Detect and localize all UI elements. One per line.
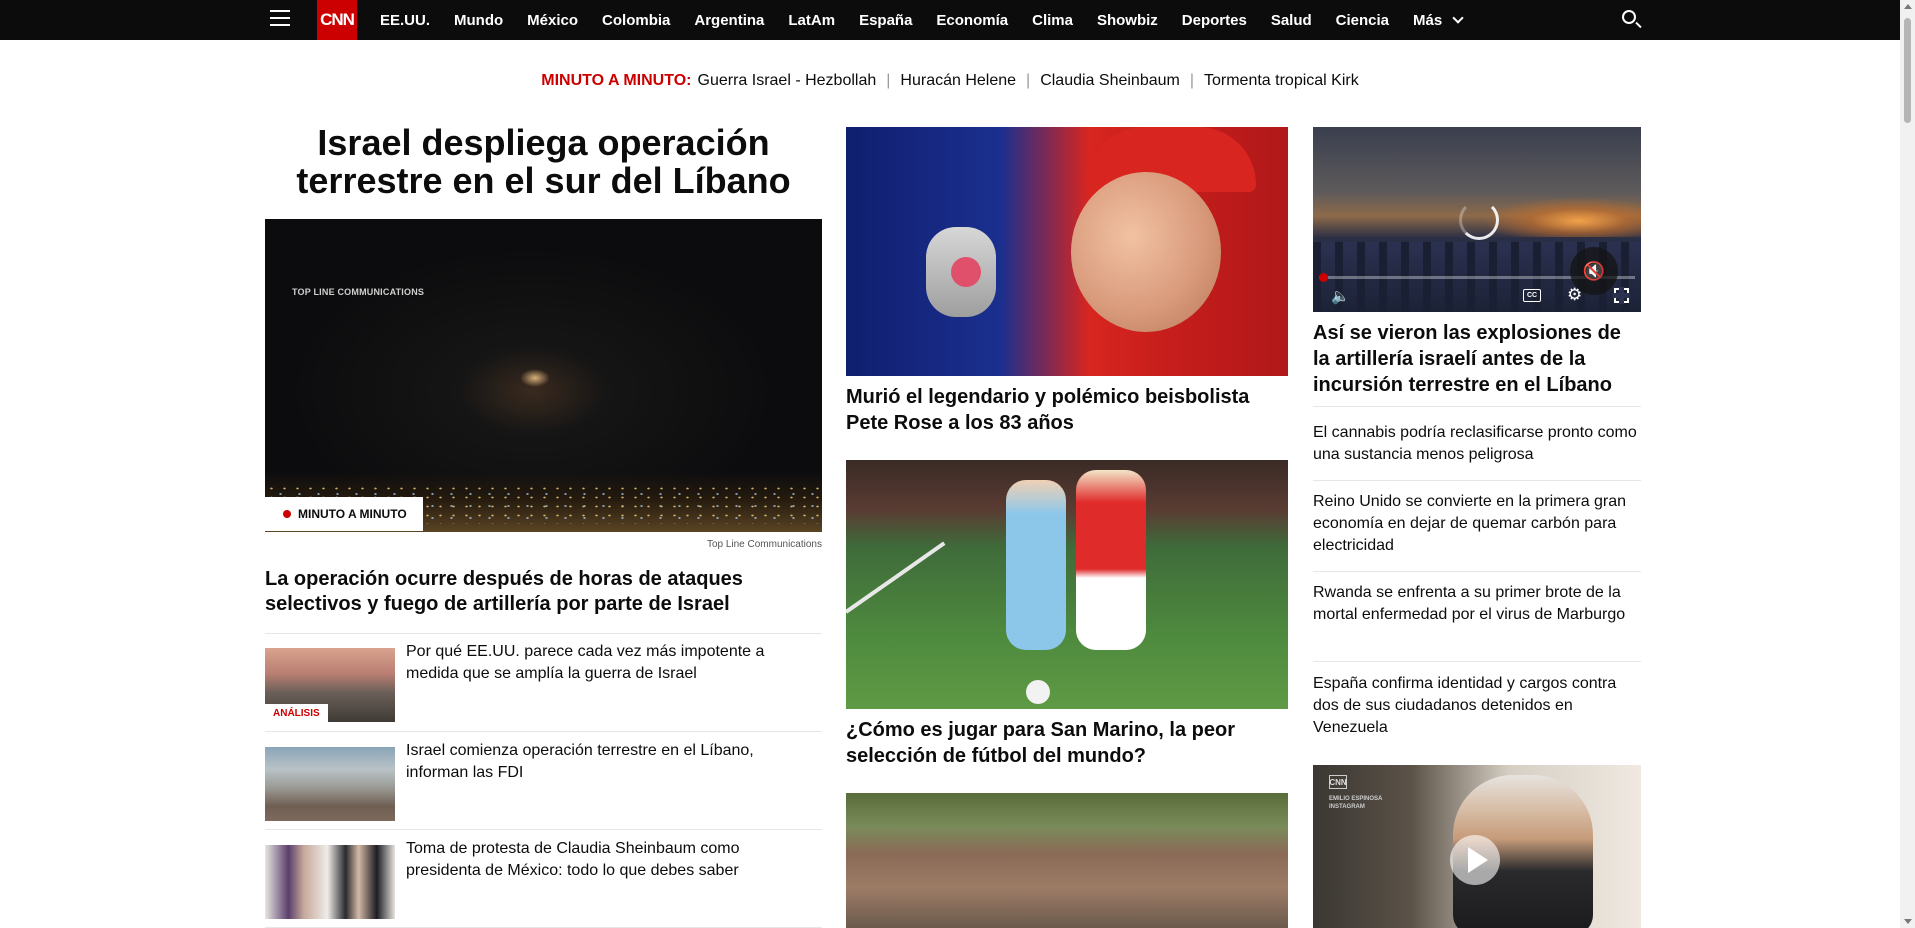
divider	[1313, 571, 1641, 572]
related-story-2[interactable]: Israel comienza operación terrestre en e…	[265, 740, 822, 821]
divider	[265, 731, 822, 732]
fullscreen-icon[interactable]	[1613, 287, 1630, 304]
divider	[265, 633, 822, 634]
ticker-item-israel-hezbollah[interactable]: Guerra Israel - Hezbollah	[698, 72, 877, 90]
right-story-reino-unido[interactable]: Reino Unido se convierte en la primera g…	[1313, 491, 1641, 557]
video-player[interactable]: 🔇 🔈 CC ⚙	[1313, 127, 1641, 312]
ticker-item-kirk[interactable]: Tormenta tropical Kirk	[1204, 72, 1359, 90]
story-thumbnail[interactable]	[265, 845, 395, 919]
video-source-label: EMILIO ESPINOSA INSTAGRAM	[1329, 796, 1383, 810]
nav-link-ciencia[interactable]: Ciencia	[1336, 12, 1389, 29]
more-menu-button[interactable]: Más	[1413, 11, 1464, 29]
lead-headline[interactable]: Israel despliega operación terrestre en …	[265, 124, 822, 200]
related-story-title[interactable]: Por qué EE.UU. parece cada vez más impot…	[406, 641, 816, 685]
story-title-pete-rose[interactable]: Murió el legendario y polémico beisbolis…	[846, 384, 1288, 436]
cnn-mini-logo: CNN	[1329, 775, 1347, 789]
related-story-title[interactable]: Toma de protesta de Claudia Sheinbaum co…	[406, 838, 816, 882]
play-icon[interactable]	[1450, 835, 1500, 885]
captions-button[interactable]: CC	[1523, 289, 1541, 302]
cnn-logo[interactable]: CNN	[317, 0, 357, 40]
nav-link-showbiz[interactable]: Showbiz	[1097, 12, 1158, 29]
video-story-title[interactable]: Así se vieron las explosiones de la arti…	[1313, 320, 1641, 398]
nav-link-deportes[interactable]: Deportes	[1182, 12, 1247, 29]
scrollbar-thumb[interactable]	[1904, 18, 1911, 123]
ticker-item-sheinbaum[interactable]: Claudia Sheinbaum	[1040, 72, 1180, 90]
nav-link-clima[interactable]: Clima	[1032, 12, 1073, 29]
ticker-separator: |	[1189, 72, 1194, 89]
chevron-down-icon	[1452, 12, 1464, 24]
story-image-town[interactable]	[846, 793, 1288, 928]
live-dot-icon	[283, 510, 291, 518]
volume-icon[interactable]: 🔈	[1331, 287, 1350, 305]
story-thumbnail[interactable]	[265, 747, 395, 821]
divider	[1313, 480, 1641, 481]
progress-handle[interactable]	[1319, 273, 1328, 282]
divider	[1313, 661, 1641, 662]
settings-gear-icon[interactable]: ⚙	[1567, 285, 1582, 305]
related-story-3[interactable]: Toma de protesta de Claudia Sheinbaum co…	[265, 838, 822, 919]
nav-link-salud[interactable]: Salud	[1271, 12, 1312, 29]
related-story-1[interactable]: ANÁLISIS Por qué EE.UU. parece cada vez …	[265, 641, 822, 722]
right-story-cannabis[interactable]: El cannabis podría reclasificarse pronto…	[1313, 422, 1641, 466]
image-credit: Top Line Communications	[706, 539, 822, 550]
nav-link-colombia[interactable]: Colombia	[602, 12, 670, 29]
search-icon[interactable]	[1622, 10, 1642, 30]
nav-link-economia[interactable]: Economía	[936, 12, 1008, 29]
right-story-espana[interactable]: España confirma identidad y cargos contr…	[1313, 673, 1641, 739]
live-ticker: MINUTO A MINUTO: Guerra Israel - Hezboll…	[0, 72, 1900, 90]
page-scrollbar[interactable]	[1900, 0, 1915, 928]
image-watermark: TOP LINE COMMUNICATIONS	[292, 287, 425, 297]
story-thumbnail[interactable]: ANÁLISIS	[265, 648, 395, 722]
related-story-title[interactable]: Israel comienza operación terrestre en e…	[406, 740, 816, 784]
story-image-pete-rose[interactable]	[846, 127, 1288, 376]
divider	[265, 829, 822, 830]
analysis-badge: ANÁLISIS	[265, 704, 328, 722]
scroll-down-arrow-icon[interactable]	[1904, 919, 1912, 924]
menu-icon[interactable]	[270, 10, 290, 28]
live-tag[interactable]: MINUTO A MINUTO	[265, 497, 423, 531]
nav-link-argentina[interactable]: Argentina	[694, 12, 764, 29]
ticker-separator: |	[886, 72, 891, 89]
video-player-2[interactable]: CNN EMILIO ESPINOSA INSTAGRAM	[1313, 765, 1641, 928]
nav-link-mexico[interactable]: México	[527, 12, 578, 29]
story-image-san-marino[interactable]	[846, 460, 1288, 709]
nav-link-eeuu[interactable]: EE.UU.	[380, 12, 430, 29]
ticker-item-helene[interactable]: Huracán Helene	[900, 72, 1016, 90]
nav-link-mundo[interactable]: Mundo	[454, 12, 503, 29]
live-tag-label: MINUTO A MINUTO	[298, 507, 407, 521]
nav-links: EE.UU. Mundo México Colombia Argentina L…	[380, 0, 1464, 40]
lead-subheadline[interactable]: La operación ocurre después de horas de …	[265, 567, 822, 617]
more-label: Más	[1413, 11, 1443, 29]
story-title-san-marino[interactable]: ¿Cómo es jugar para San Marino, la peor …	[846, 717, 1288, 769]
ticker-separator: |	[1026, 72, 1031, 89]
top-nav: CNN EE.UU. Mundo México Colombia Argenti…	[0, 0, 1900, 40]
ticker-label: MINUTO A MINUTO:	[541, 72, 692, 89]
nav-link-latam[interactable]: LatAm	[788, 12, 835, 29]
nav-link-espana[interactable]: España	[859, 12, 912, 29]
lead-image[interactable]: TOP LINE COMMUNICATIONS	[265, 219, 822, 532]
right-story-rwanda[interactable]: Rwanda se enfrenta a su primer brote de …	[1313, 582, 1641, 626]
divider	[1313, 406, 1641, 407]
loading-spinner-icon	[1459, 200, 1499, 240]
scroll-up-arrow-icon[interactable]	[1904, 4, 1912, 9]
